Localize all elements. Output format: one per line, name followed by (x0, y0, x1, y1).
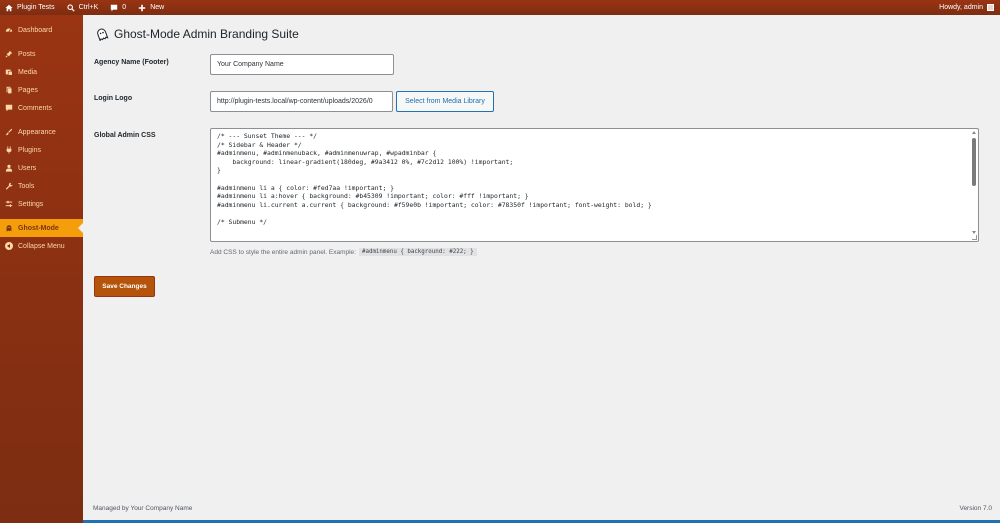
sidebar-item-settings[interactable]: Settings (0, 195, 83, 213)
site-name: Plugin Tests (17, 4, 55, 11)
sidebar-item-label: Appearance (18, 128, 56, 136)
pages-icon (5, 86, 13, 94)
agency-name-label: Agency Name (Footer) (94, 59, 169, 66)
howdy-text: Howdy, admin (939, 4, 983, 11)
footer-credit: Managed by Your Company Name (93, 505, 193, 512)
scroll-up-arrow-icon[interactable] (972, 131, 976, 134)
ghost-icon (5, 224, 13, 232)
sidebar-item-label: Posts (18, 50, 36, 58)
global-css-label: Global Admin CSS (94, 132, 156, 139)
avatar (987, 4, 994, 11)
sidebar-item-users[interactable]: Users (0, 159, 83, 177)
agency-name-input[interactable]: Your Company Name (210, 54, 394, 75)
collapse-menu-button[interactable]: Collapse Menu (0, 237, 83, 255)
admin-sidebar: Dashboard Posts Media Pages Comments App… (0, 15, 83, 523)
search-icon (67, 3, 75, 12)
css-help-example: #adminmenu { background: #222; } (358, 248, 477, 256)
global-css-textarea[interactable]: /* --- Sunset Theme --- */ /* Sidebar & … (210, 128, 979, 242)
plus-icon (138, 4, 146, 12)
wrench-icon (5, 182, 13, 190)
my-account-link[interactable]: Howdy, admin (933, 0, 1000, 15)
home-icon (5, 4, 13, 12)
new-label: New (150, 4, 165, 11)
css-code: /* --- Sunset Theme --- */ /* Sidebar & … (217, 132, 652, 226)
sidebar-item-plugins[interactable]: Plugins (0, 141, 83, 159)
site-name-link[interactable]: Plugin Tests (0, 0, 61, 15)
save-changes-button[interactable]: Save Changes (94, 276, 155, 297)
textarea-scrollbar[interactable] (971, 131, 977, 239)
sidebar-item-tools[interactable]: Tools (0, 177, 83, 195)
sidebar-item-pages[interactable]: Pages (0, 81, 83, 99)
plugin-icon (5, 146, 13, 154)
sidebar-item-media[interactable]: Media (0, 63, 83, 81)
sidebar-item-label: Settings (18, 200, 44, 208)
main-content: Ghost-Mode Admin Branding Suite Agency N… (83, 15, 1000, 523)
sidebar-item-label: Collapse Menu (18, 242, 65, 250)
sidebar-item-label: Plugins (18, 146, 41, 154)
scroll-down-arrow-icon[interactable] (972, 231, 976, 234)
login-logo-url-input[interactable]: http://plugin-tests.local/wp-content/upl… (210, 91, 393, 112)
pin-icon (5, 50, 13, 58)
sidebar-item-dashboard[interactable]: Dashboard (0, 21, 83, 39)
ghost-icon (97, 28, 109, 41)
collapse-icon (5, 242, 13, 250)
page-title-text: Ghost-Mode Admin Branding Suite (114, 27, 299, 41)
select-media-button[interactable]: Select from Media Library (396, 91, 494, 112)
comment-icon (5, 104, 13, 112)
footer-version: Version 7.0 (959, 505, 992, 512)
settings-icon (5, 200, 13, 208)
sidebar-item-label: Comments (18, 104, 52, 112)
dashboard-icon (5, 26, 13, 34)
page-title: Ghost-Mode Admin Branding Suite (95, 27, 299, 41)
css-help-text: Add CSS to style the entire admin panel.… (210, 248, 477, 256)
user-icon (5, 164, 13, 172)
scroll-thumb[interactable] (972, 138, 976, 186)
sidebar-item-label: Ghost-Mode (18, 224, 59, 232)
comment-icon (110, 4, 118, 12)
comments-count: 0 (122, 4, 127, 11)
sidebar-item-label: Pages (18, 86, 38, 94)
command-palette-link[interactable]: Ctrl+K (61, 0, 105, 15)
sidebar-item-appearance[interactable]: Appearance (0, 123, 83, 141)
css-help-description: Add CSS to style the entire admin panel.… (210, 248, 356, 256)
sidebar-item-label: Media (18, 68, 38, 76)
media-icon (5, 68, 13, 76)
admin-bar: Plugin Tests Ctrl+K 0 New Howdy, admin (0, 0, 1000, 15)
new-content-link[interactable]: New (132, 0, 170, 15)
sidebar-item-label: Users (18, 164, 37, 172)
sidebar-item-comments[interactable]: Comments (0, 99, 83, 117)
resize-handle[interactable] (972, 235, 977, 240)
sidebar-item-label: Dashboard (18, 26, 53, 34)
brush-icon (5, 128, 13, 136)
comments-link[interactable]: 0 (104, 0, 132, 15)
search-shortcut: Ctrl+K (78, 4, 99, 11)
login-logo-label: Login Logo (94, 95, 133, 102)
sidebar-item-posts[interactable]: Posts (0, 45, 83, 63)
sidebar-item-ghost-mode[interactable]: Ghost-Mode (0, 219, 83, 237)
sidebar-item-label: Tools (18, 182, 35, 190)
